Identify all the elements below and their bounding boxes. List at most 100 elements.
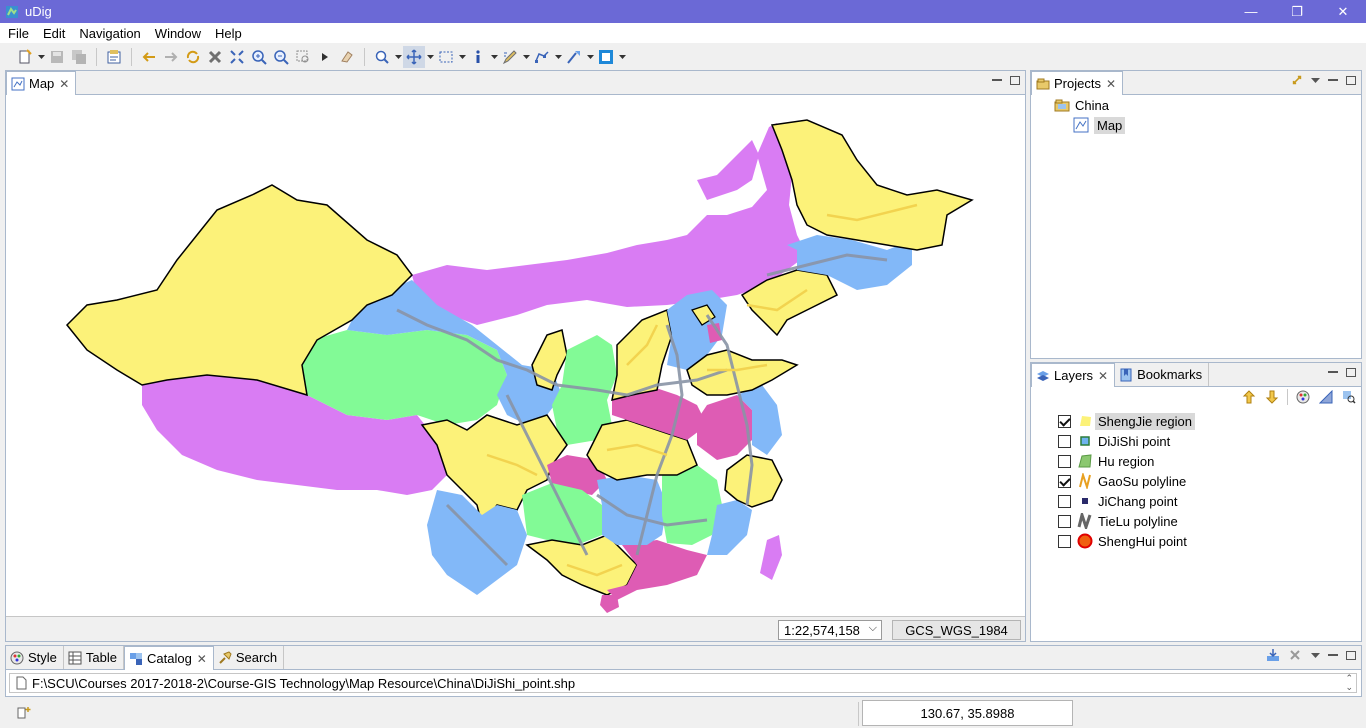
- layer-row-hu[interactable]: Hu region: [1058, 451, 1154, 471]
- edit-geometry-dropdown-icon[interactable]: [585, 46, 595, 68]
- scale-combo[interactable]: 1:22,574,158 ⌵: [778, 620, 882, 640]
- move-up-icon[interactable]: [1241, 390, 1257, 404]
- tab-projects[interactable]: Projects ✕: [1031, 71, 1124, 95]
- pan-tool-icon[interactable]: [403, 45, 425, 68]
- pan-tool-dropdown-icon[interactable]: [425, 46, 435, 68]
- info-tool-icon[interactable]: [467, 46, 489, 68]
- bookmarks-icon: [1120, 368, 1132, 381]
- menu-window[interactable]: Window: [148, 26, 208, 41]
- tab-catalog[interactable]: Catalog ✕: [123, 646, 214, 670]
- move-down-icon[interactable]: [1264, 390, 1280, 404]
- layer-checkbox[interactable]: [1058, 474, 1071, 488]
- stop-icon[interactable]: [204, 46, 226, 68]
- layer-row-shenghui[interactable]: ShengHui point: [1058, 531, 1187, 551]
- tab-style[interactable]: Style: [6, 646, 64, 669]
- layer-checkbox[interactable]: [1058, 514, 1071, 528]
- menu-edit[interactable]: Edit: [36, 26, 72, 41]
- edit-tool-dropdown-icon[interactable]: [521, 46, 531, 68]
- layer-checkbox[interactable]: [1058, 534, 1071, 548]
- minimize-view-icon[interactable]: [1327, 365, 1339, 379]
- close-tab-icon[interactable]: ✕: [197, 652, 207, 666]
- shanxi-region[interactable]: [611, 308, 673, 402]
- layer-row-dijishi[interactable]: DiJiShi point: [1058, 431, 1170, 451]
- heilongjiang-region[interactable]: [770, 119, 974, 251]
- back-icon[interactable]: [138, 46, 160, 68]
- layer-row-gaosu[interactable]: GaoSu polyline: [1058, 471, 1186, 491]
- edit-tool-icon[interactable]: [499, 46, 521, 68]
- tab-search[interactable]: Search: [214, 646, 285, 669]
- fast-view-icon[interactable]: [17, 705, 33, 721]
- layer-label: TieLu polyline: [1098, 513, 1178, 529]
- crs-indicator[interactable]: GCS_WGS_1984: [892, 620, 1021, 640]
- tab-bookmarks[interactable]: Bookmarks: [1115, 363, 1210, 386]
- style-square-icon[interactable]: [595, 46, 617, 68]
- maximize-view-icon[interactable]: [1345, 73, 1357, 87]
- map-canvas[interactable]: [7, 95, 1024, 616]
- select-tool-icon[interactable]: [435, 46, 457, 68]
- zoom-selection-icon[interactable]: [292, 46, 314, 68]
- layer-row-shengjie[interactable]: ShengJie region: [1058, 411, 1195, 431]
- tab-layers[interactable]: Layers ✕: [1031, 363, 1116, 387]
- zoom-tool-dropdown-icon[interactable]: [393, 46, 403, 68]
- forward-icon[interactable]: [160, 46, 182, 68]
- menu-file[interactable]: File: [1, 26, 36, 41]
- close-tab-icon[interactable]: ✕: [1106, 77, 1116, 91]
- style-square-dropdown-icon[interactable]: [617, 46, 627, 68]
- create-feature-dropdown-icon[interactable]: [553, 46, 563, 68]
- layer-row-jichang[interactable]: JiChang point: [1058, 491, 1178, 511]
- new-dropdown-icon[interactable]: [36, 46, 46, 68]
- palette-icon[interactable]: [1295, 390, 1311, 404]
- shandong-region[interactable]: [686, 349, 799, 396]
- layer-checkbox[interactable]: [1058, 414, 1071, 428]
- scroll-arrows[interactable]: ⌃ ⌄: [1345, 674, 1353, 692]
- create-feature-icon[interactable]: [531, 46, 553, 68]
- tree-item-map[interactable]: Map: [1073, 115, 1126, 135]
- minimize-view-icon[interactable]: [1327, 648, 1339, 662]
- maximize-view-icon[interactable]: [1009, 73, 1021, 87]
- layer-checkbox[interactable]: [1058, 494, 1071, 508]
- map-panel: Map ✕ 1:22,574,158 ⌵ GCS_WGS_1984: [5, 70, 1026, 642]
- close-button[interactable]: ✕: [1320, 0, 1366, 23]
- minimize-view-icon[interactable]: [991, 73, 1003, 87]
- edit-geometry-icon[interactable]: [563, 46, 585, 68]
- minimize-view-icon[interactable]: [1327, 73, 1339, 87]
- triangle-style-icon[interactable]: [1318, 390, 1334, 404]
- close-tab-icon[interactable]: ✕: [59, 77, 69, 91]
- orange-polyline-icon: [1077, 473, 1093, 489]
- view-menu-icon[interactable]: [1309, 73, 1321, 87]
- tree-item-china[interactable]: China: [1054, 95, 1109, 115]
- eraser-icon[interactable]: [336, 46, 358, 68]
- link-icon[interactable]: [1291, 73, 1303, 87]
- next-icon[interactable]: [314, 46, 336, 68]
- layer-checkbox[interactable]: [1058, 454, 1071, 468]
- menu-navigation[interactable]: Navigation: [72, 26, 147, 41]
- import-icon[interactable]: [1265, 648, 1281, 662]
- zoom-tool-icon[interactable]: [371, 46, 393, 68]
- tab-map[interactable]: Map ✕: [6, 71, 77, 95]
- catalog-path-field[interactable]: F:\SCU\Courses 2017-2018-2\Course-GIS Te…: [9, 673, 1357, 693]
- zhejiang-region[interactable]: [724, 454, 783, 508]
- view-menu-icon[interactable]: [1309, 648, 1321, 662]
- remove-icon[interactable]: [1287, 648, 1303, 662]
- new-icon[interactable]: [14, 46, 36, 68]
- minimize-button[interactable]: —: [1228, 0, 1274, 23]
- search-layer-icon[interactable]: [1341, 390, 1357, 404]
- maximize-button[interactable]: ❐: [1274, 0, 1320, 23]
- layer-row-tielu[interactable]: TieLu polyline: [1058, 511, 1178, 531]
- zoom-out-icon[interactable]: [270, 46, 292, 68]
- refresh-icon[interactable]: [182, 46, 204, 68]
- china-map[interactable]: [7, 95, 1024, 616]
- properties-icon[interactable]: [103, 46, 125, 68]
- select-tool-dropdown-icon[interactable]: [457, 46, 467, 68]
- close-tab-icon[interactable]: ✕: [1098, 369, 1108, 383]
- save-icon[interactable]: [46, 46, 68, 68]
- tab-table[interactable]: Table: [64, 646, 124, 669]
- zoom-in-icon[interactable]: [248, 46, 270, 68]
- maximize-view-icon[interactable]: [1345, 365, 1357, 379]
- save-all-icon[interactable]: [68, 46, 90, 68]
- menu-help[interactable]: Help: [208, 26, 249, 41]
- maximize-view-icon[interactable]: [1345, 648, 1357, 662]
- layer-checkbox[interactable]: [1058, 434, 1071, 448]
- zoom-extent-icon[interactable]: [226, 46, 248, 68]
- info-tool-dropdown-icon[interactable]: [489, 46, 499, 68]
